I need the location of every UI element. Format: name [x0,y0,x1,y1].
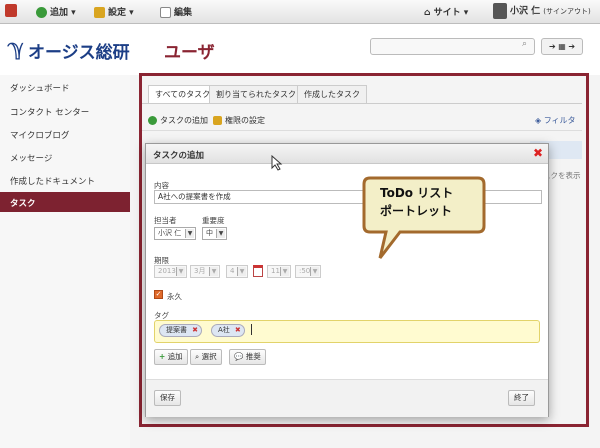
chevron-down-icon: ▼ [216,229,225,238]
add-tag-button[interactable]: + 追加 [154,349,188,365]
sidebar-item-label: タスク [10,199,36,209]
add-menu[interactable]: 追加 ▾ [36,5,76,18]
company-logo-icon: ℽ [8,36,25,61]
due-minute-select[interactable]: :50 ▼ [295,265,321,278]
assignee-select[interactable]: 小沢 仁 ▼ [154,227,196,240]
dock-controls[interactable]: ➔ ▦ ➔ [541,38,583,55]
due-year-select[interactable]: 2013 ▼ [154,265,187,278]
callout-line-1: ToDo リスト [380,186,454,200]
checkbox-icon [160,7,171,18]
home-icon: ⌂ [424,8,431,18]
sidebar-item-contact-center[interactable]: コンタクト センター [10,106,89,118]
mouse-cursor-icon [271,155,283,171]
dialog-header: タスクの追加 ✖ [146,144,548,164]
site-menu[interactable]: ⌂ サイト ▾ [424,5,468,18]
close-icon[interactable]: ✖ [533,146,543,160]
tag-chip[interactable]: 提案書 ✖ [159,324,202,337]
search-icon[interactable]: ⌕ [522,39,527,49]
company-logo: オージス総研 [28,43,130,63]
sidebar-item-tasks[interactable]: タスク [0,192,130,212]
search-icon: ⌕ [195,352,200,361]
tag-chip[interactable]: A社 ✖ [211,324,245,337]
chevron-down-icon: ▼ [176,267,185,276]
sidebar-item-documents[interactable]: 作成したドキュメント [10,175,95,187]
settings-menu[interactable]: 設定 ▾ [94,5,134,18]
due-month-select[interactable]: 3月 ▼ [190,265,220,278]
search-input[interactable] [370,38,535,55]
add-icon [36,7,47,18]
page-title: ユーザ [164,43,215,63]
chevron-down-icon: ▼ [185,229,194,238]
sidebar-item-dashboard[interactable]: ダッシュボード [10,82,70,94]
sidebar: ダッシュボード コンタクト センター マイクロブログ メッセージ 作成したドキュ… [0,75,130,448]
dialog-title: タスクの追加 [153,151,205,161]
tag-input[interactable]: 提案書 ✖ A社 ✖ [154,320,540,343]
permanent-label: 永久 [167,292,182,301]
chevron-down-icon: ▼ [237,267,246,276]
header: ℽ オージス総研 ユーザ ⌕ ➔ ▦ ➔ [0,25,600,75]
user-menu[interactable]: 小沢 仁 (サインアウト) [493,3,591,19]
chevron-down-icon: ▼ [209,267,218,276]
due-hour-select[interactable]: 11 ▼ [267,265,291,278]
speech-bubble-icon: 💬 [234,352,244,361]
assignee-label: 担当者 [154,216,177,225]
callout-line-2: ポートレット [380,204,453,218]
close-button[interactable]: 終了 [508,390,535,406]
importance-select[interactable]: 中 ▼ [202,227,227,240]
avatar [493,3,507,19]
suggest-tag-button[interactable]: 💬 推奨 [229,349,266,365]
permanent-checkbox[interactable]: ✓ [154,290,163,299]
select-tag-button[interactable]: ⌕ 選択 [190,349,222,365]
chevron-down-icon: ▼ [310,267,319,276]
pencil-icon [94,7,105,18]
save-button[interactable]: 保存 [154,390,181,406]
top-bar: 追加 ▾ 設定 ▾ 編集 ⌂ サイト ▾ 小沢 仁 (サインアウト) [0,0,600,24]
liferay-logo-icon[interactable] [5,4,20,17]
edit-toggle[interactable]: 編集 [160,5,192,18]
sidebar-item-microblog[interactable]: マイクロブログ [10,129,69,141]
chevron-down-icon: ▼ [280,267,289,276]
sidebar-item-messages[interactable]: メッセージ [10,152,52,164]
due-day-select[interactable]: 4 ▼ [226,265,248,278]
add-icon: + [159,352,166,361]
remove-tag-icon[interactable]: ✖ [235,325,241,336]
dialog-footer: 保存 終了 [146,379,548,417]
remove-tag-icon[interactable]: ✖ [192,325,198,336]
calendar-icon[interactable] [253,265,263,277]
importance-label: 重要度 [202,216,225,225]
text-cursor [251,324,252,335]
